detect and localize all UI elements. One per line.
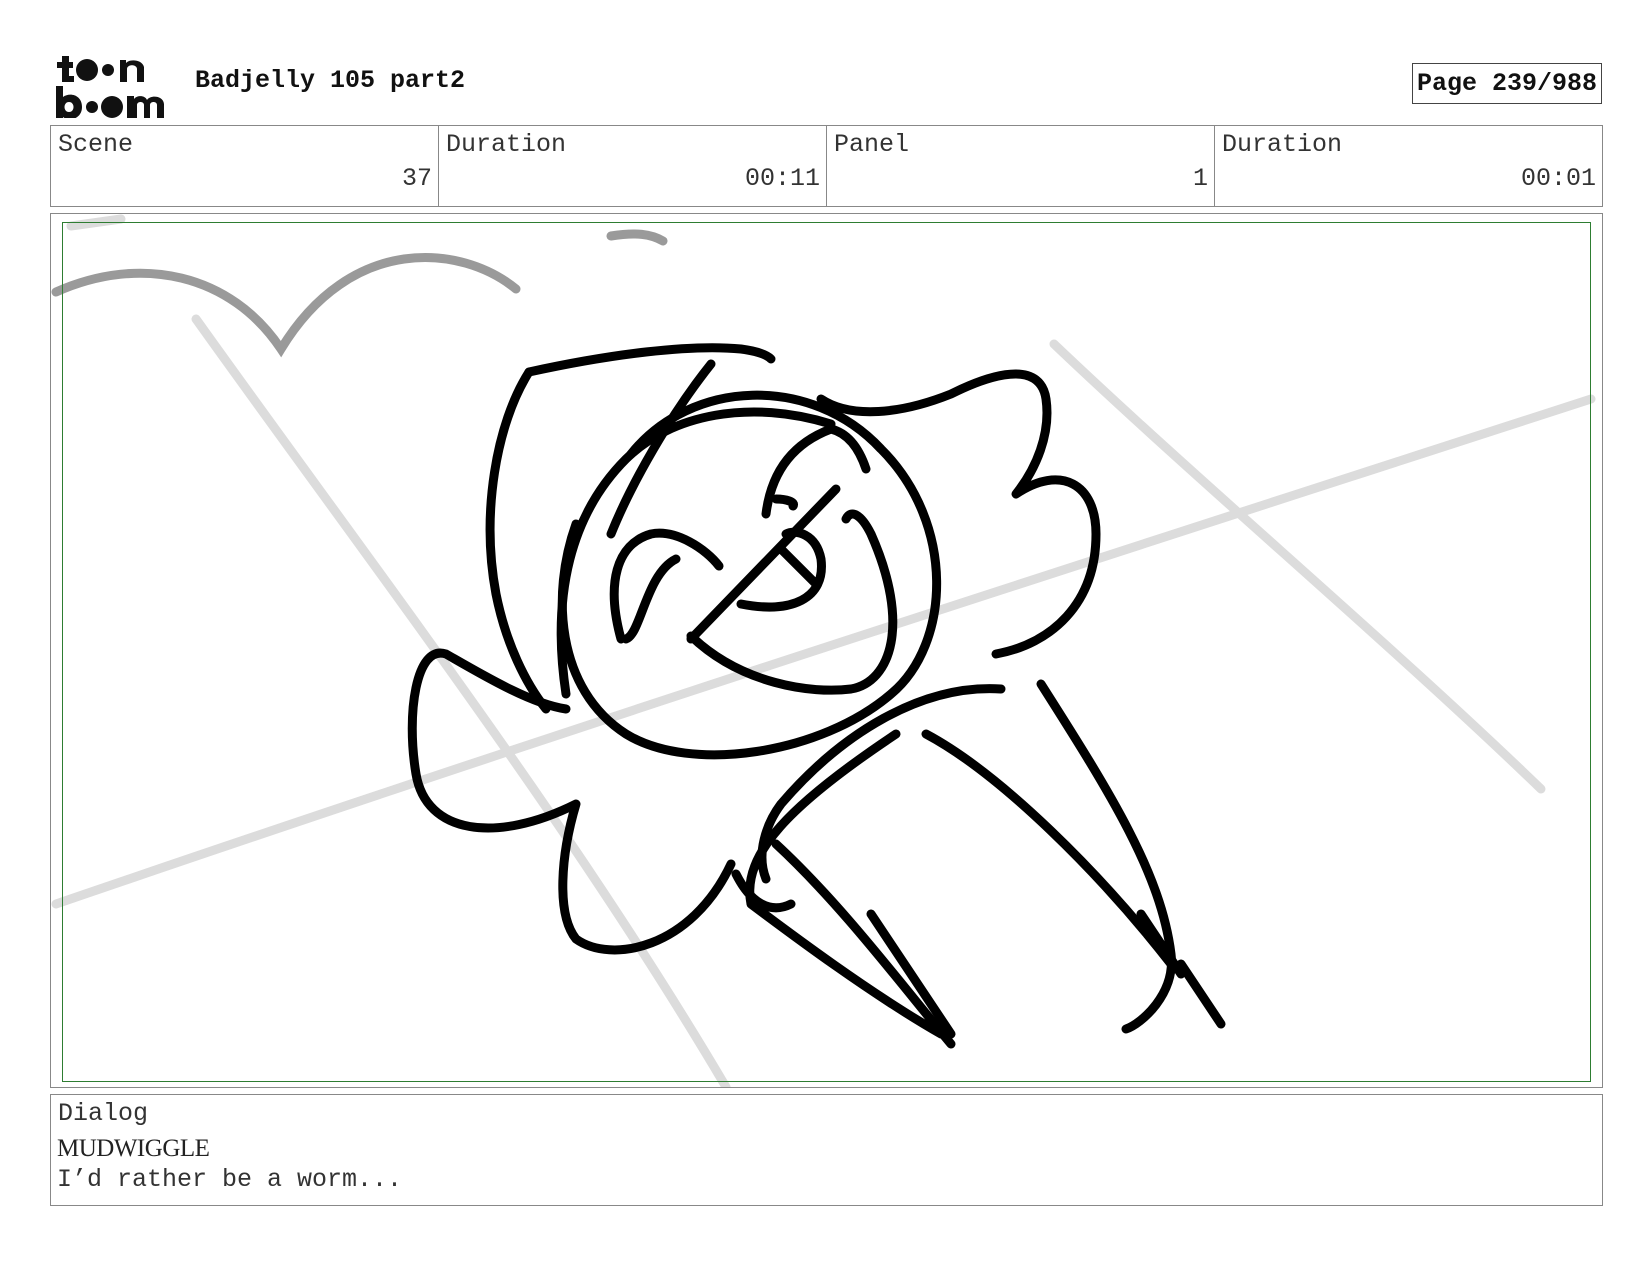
panel-cell: Panel 1 (827, 126, 1215, 206)
panel-value: 1 (1192, 164, 1208, 193)
dialog-label: Dialog (58, 1099, 149, 1128)
panel-label: Panel (834, 130, 910, 159)
storyboard-panel-frame (50, 213, 1603, 1088)
scene-duration-cell: Duration 00:11 (439, 126, 827, 206)
safe-area-guide (62, 222, 1591, 1082)
dialog-speaker: MUDWIGGLE (57, 1135, 210, 1162)
toon-boom-logo (54, 52, 172, 118)
scene-label: Scene (58, 130, 134, 159)
scene-duration-label: Duration (446, 130, 567, 159)
panel-duration-label: Duration (1222, 130, 1343, 159)
dialog-box: Dialog MUDWIGGLE I’d rather be a worm... (50, 1094, 1603, 1206)
panel-duration-value: 00:01 (1520, 164, 1596, 193)
scene-info-row: Scene 37 Duration 00:11 Panel 1 Duration… (50, 125, 1603, 207)
page-indicator: Page 239/988 (1412, 63, 1602, 104)
scene-cell: Scene 37 (51, 126, 439, 206)
scene-value: 37 (401, 164, 432, 193)
panel-duration-cell: Duration 00:01 (1215, 126, 1602, 206)
dialog-line: I’d rather be a worm... (57, 1165, 403, 1194)
storyboard-title: Badjelly 105 part2 (195, 66, 466, 95)
toon-boom-logo-icon (56, 56, 164, 118)
scene-duration-value: 00:11 (744, 164, 820, 193)
